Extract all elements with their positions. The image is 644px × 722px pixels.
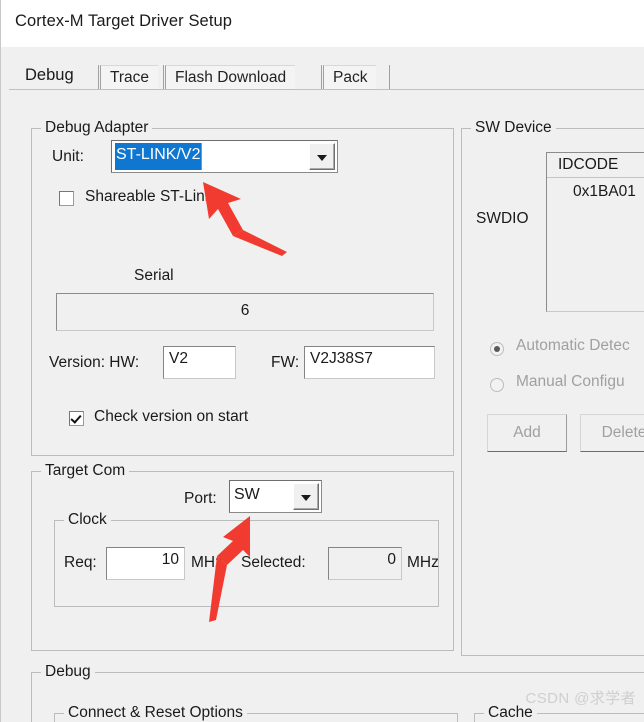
shareable-st-link-label: Shareable ST-Link xyxy=(85,188,213,205)
connect-reset-options-group: Connect & Reset Options xyxy=(54,704,458,722)
tab-separator-4 xyxy=(389,65,390,90)
tab-separator-3 xyxy=(321,65,322,90)
add-button[interactable]: Add xyxy=(487,414,567,452)
unit-combobox[interactable]: ST-LINK/V2 xyxy=(111,140,338,173)
port-combobox[interactable]: SW xyxy=(229,480,322,513)
fw-label: FW: xyxy=(271,354,300,371)
serial-label: Serial xyxy=(134,267,174,284)
clock-group: Clock Req: 10 MHz Selected: 0 MHz xyxy=(54,511,439,607)
debug-adapter-group-title: Debug Adapter xyxy=(41,119,153,137)
tab-trace[interactable]: Trace xyxy=(100,65,159,90)
target-com-group: Target Com Port: SW Clock Req: 10 MHz Se… xyxy=(31,462,454,651)
target-com-group-title: Target Com xyxy=(41,462,130,480)
target-driver-setup-window: Cortex-M Target Driver Setup Debug Trace… xyxy=(0,0,644,722)
manual-configuration-label: Manual Configu xyxy=(516,373,625,390)
csdn-watermark: CSDN @求学者 xyxy=(525,690,636,707)
delete-button[interactable]: Delete xyxy=(580,414,644,452)
title-bar: Cortex-M Target Driver Setup xyxy=(1,0,644,48)
version-hw-label: Version: HW: xyxy=(49,354,140,371)
tab-flash-download[interactable]: Flash Download xyxy=(165,65,296,90)
hw-version-field: V2 xyxy=(163,346,236,379)
req-label: Req: xyxy=(64,554,97,571)
serial-list[interactable]: 6 xyxy=(56,293,434,331)
automatic-detection-radio[interactable] xyxy=(490,342,504,356)
debug-adapter-group: Debug Adapter Unit: ST-LINK/V2 Shareable… xyxy=(31,119,454,456)
port-label: Port: xyxy=(184,490,217,507)
automatic-detection-label: Automatic Detec xyxy=(516,337,630,354)
connect-reset-options-title: Connect & Reset Options xyxy=(64,704,247,722)
serial-value: 6 xyxy=(57,294,433,330)
idcode-column-header: IDCODE xyxy=(547,153,644,178)
sw-device-table[interactable]: IDCODE 0x1BA01 xyxy=(546,152,644,312)
chevron-down-icon[interactable] xyxy=(293,483,319,510)
tab-debug[interactable]: Debug xyxy=(15,61,83,90)
cache-group: Cache xyxy=(474,704,644,722)
fw-version-field: V2J38S7 xyxy=(304,346,435,379)
tab-strip: Debug Trace Flash Download Pack xyxy=(1,47,644,90)
sw-device-group-title: SW Device xyxy=(471,119,556,137)
selected-clock-field: 0 xyxy=(328,547,402,580)
port-combobox-value[interactable]: SW xyxy=(233,483,261,510)
check-version-on-start-checkbox[interactable] xyxy=(69,411,84,426)
window-title: Cortex-M Target Driver Setup xyxy=(15,12,233,30)
unit-label: Unit: xyxy=(52,148,84,165)
shareable-st-link-checkbox[interactable] xyxy=(59,191,74,206)
tab-separator-1 xyxy=(98,65,99,90)
tab-pack[interactable]: Pack xyxy=(323,65,377,90)
debug-group-title: Debug xyxy=(41,663,95,681)
req-clock-input[interactable]: 10 xyxy=(106,547,185,580)
unit-combobox-value[interactable]: ST-LINK/V2 xyxy=(115,143,203,170)
idcode-cell-value[interactable]: 0x1BA01 xyxy=(547,179,644,205)
req-unit-label: MHz xyxy=(191,554,223,571)
chevron-down-icon[interactable] xyxy=(309,143,335,170)
sw-device-group: SW Device SWDIO IDCODE 0x1BA01 Automatic… xyxy=(461,119,644,656)
swdio-label: SWDIO xyxy=(476,210,529,227)
selected-unit-label: MHz xyxy=(407,554,439,571)
check-version-on-start-label: Check version on start xyxy=(94,408,249,425)
tab-separator-2 xyxy=(163,65,164,90)
clock-group-title: Clock xyxy=(64,511,111,529)
tab-page-debug: Debug Adapter Unit: ST-LINK/V2 Shareable… xyxy=(9,89,644,722)
manual-configuration-radio[interactable] xyxy=(490,378,504,392)
selected-label: Selected: xyxy=(241,554,306,571)
